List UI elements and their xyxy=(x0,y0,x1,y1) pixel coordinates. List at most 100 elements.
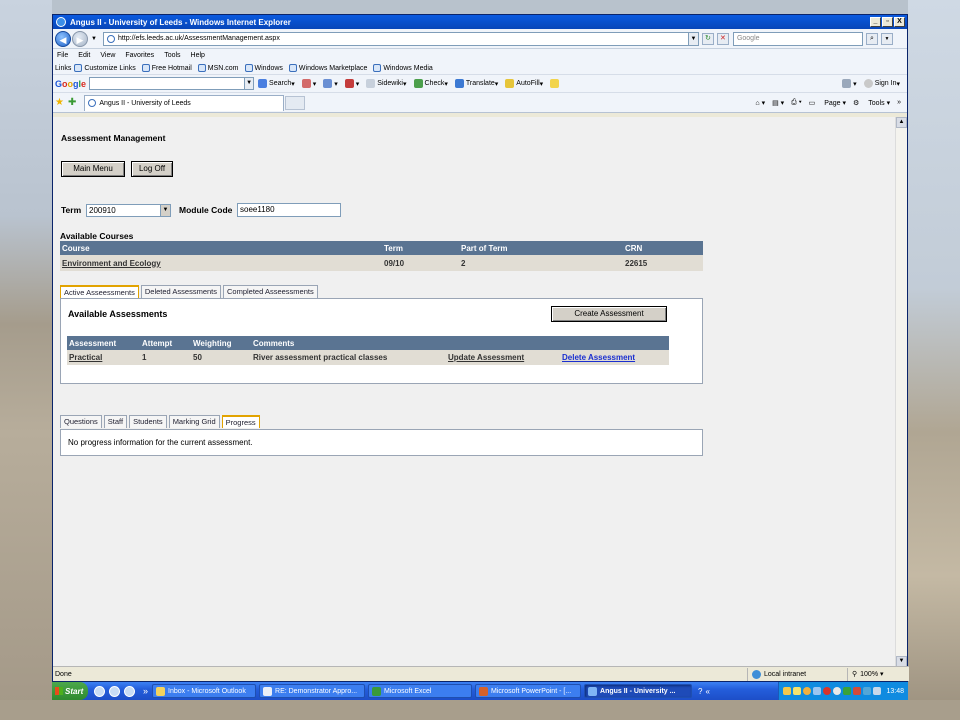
translate-button[interactable]: Translate ▾ xyxy=(454,79,498,88)
tab-progress[interactable]: Progress xyxy=(221,415,260,428)
search-input[interactable]: Google xyxy=(732,31,863,46)
close-button[interactable]: X xyxy=(894,17,905,27)
toolbar-overflow-icon[interactable]: » xyxy=(897,99,901,106)
bookmark-button[interactable]: ▾ xyxy=(323,79,338,88)
tools-menu[interactable]: ⚙ Tools ▾ xyxy=(853,99,890,107)
back-button[interactable]: ◀ xyxy=(55,30,71,47)
feeds-icon[interactable]: ▤ ▾ xyxy=(772,99,784,107)
link-windows-marketplace[interactable]: Windows Marketplace xyxy=(288,64,367,72)
home-icon[interactable]: ⌂ ▾ xyxy=(755,99,765,107)
help-icon[interactable]: ? xyxy=(698,687,702,696)
tray-icon-network[interactable] xyxy=(813,687,822,695)
security-zone[interactable]: Local intranet xyxy=(747,667,847,681)
scroll-up-icon[interactable]: ▲ xyxy=(896,117,907,128)
media-quicklaunch-icon[interactable] xyxy=(124,685,135,697)
search-options-icon[interactable]: ▼ xyxy=(880,32,893,45)
autofill-button[interactable]: AutoFill ▾ xyxy=(505,79,543,88)
taskbar-overflow-icon[interactable]: « xyxy=(705,687,709,696)
url-dropdown-icon[interactable]: ▼ xyxy=(687,32,698,45)
google-search-input[interactable] xyxy=(89,77,246,90)
ie-quicklaunch-icon[interactable] xyxy=(94,685,105,697)
vertical-scrollbar[interactable]: ▲ ▼ xyxy=(895,117,907,667)
tray-icon-mail[interactable] xyxy=(793,687,802,695)
recent-pages-icon[interactable]: ▼ xyxy=(91,36,97,42)
chevron-down-icon[interactable]: ▼ xyxy=(160,205,170,216)
log-off-button[interactable]: Log Off xyxy=(131,161,173,177)
tray-icon-speaker[interactable] xyxy=(873,687,882,695)
menu-help[interactable]: Help xyxy=(191,52,205,59)
highlight-button[interactable] xyxy=(550,79,561,88)
start-button[interactable]: Start xyxy=(52,682,88,700)
create-assessment-button[interactable]: Create Assessment xyxy=(551,306,667,322)
term-select[interactable]: 200910 ▼ xyxy=(86,204,171,217)
tray-icon-smile[interactable] xyxy=(803,687,812,695)
tray-icon-shield[interactable] xyxy=(833,687,842,695)
menu-edit[interactable]: Edit xyxy=(78,52,90,59)
stop-icon[interactable]: ✕ xyxy=(716,32,729,45)
tray-icon-display[interactable] xyxy=(863,687,872,695)
course-link[interactable]: Environment and Ecology xyxy=(62,259,161,268)
assessment-cell[interactable]: Practical xyxy=(67,350,140,365)
forward-button[interactable]: ▶ xyxy=(72,30,88,47)
link-customize-links[interactable]: Customize Links xyxy=(74,64,136,72)
popup-blocker-button[interactable]: ▾ xyxy=(344,79,359,88)
search-icon xyxy=(258,79,268,88)
zoom-level[interactable]: ⚲ 100% ▾ xyxy=(847,667,909,681)
course-cell[interactable]: Environment and Ecology xyxy=(60,255,382,271)
add-favorites-icon[interactable]: ✚ xyxy=(68,97,76,108)
tab-active-assessments[interactable]: Active Asseessments xyxy=(60,285,139,298)
tray-icon-gmail[interactable] xyxy=(853,687,862,695)
link-msn[interactable]: MSN.com xyxy=(197,64,239,72)
quicklaunch-overflow-icon[interactable]: » xyxy=(143,686,148,696)
main-menu-button[interactable]: Main Menu xyxy=(61,161,125,177)
link-free-hotmail[interactable]: Free Hotmail xyxy=(141,64,192,72)
search-icon[interactable]: ⌕ xyxy=(865,32,878,45)
tab-staff[interactable]: Staff xyxy=(103,415,128,428)
tray-icon-red[interactable] xyxy=(823,687,832,695)
tab-deleted-assessments[interactable]: Deleted Assessments xyxy=(140,285,221,298)
update-assessment-link[interactable]: Update Assessment xyxy=(448,353,524,362)
tray-icon-green[interactable] xyxy=(843,687,852,695)
sign-in-button[interactable]: Sign In ▾ xyxy=(863,79,900,88)
task-outlook[interactable]: Inbox - Microsoft Outlook xyxy=(152,684,257,698)
task-email-reply[interactable]: RE: Demonstrator Appro... xyxy=(259,684,366,698)
spellcheck-button[interactable]: Check ▾ xyxy=(413,79,448,88)
menu-view[interactable]: View xyxy=(100,52,115,59)
menu-tools[interactable]: Tools xyxy=(164,52,180,59)
minimize-button[interactable]: _ xyxy=(870,17,881,27)
task-powerpoint[interactable]: Microsoft PowerPoint - [... xyxy=(475,684,582,698)
google-search-dropdown-icon[interactable]: ▼ xyxy=(245,77,255,90)
menu-file[interactable]: File xyxy=(57,52,68,59)
explorer-quicklaunch-icon[interactable] xyxy=(109,685,120,697)
favorites-star-icon[interactable]: ★ xyxy=(55,97,64,108)
page-menu[interactable]: ▭ Page ▾ xyxy=(809,99,846,107)
link-windows[interactable]: Windows xyxy=(244,64,283,72)
assessment-link[interactable]: Practical xyxy=(69,353,102,362)
menu-favorites[interactable]: Favorites xyxy=(125,52,154,59)
link-windows-media[interactable]: Windows Media xyxy=(373,64,433,72)
url-field[interactable]: http://efs.leeds.ac.uk/AssessmentManagem… xyxy=(102,31,699,46)
wrench-button[interactable]: ▾ xyxy=(842,79,857,88)
delete-cell[interactable]: Delete Assessment xyxy=(560,350,669,365)
delete-assessment-link[interactable]: Delete Assessment xyxy=(562,353,635,362)
browser-tab-active[interactable]: Angus II - University of Leeds xyxy=(84,94,285,111)
google-search-button[interactable]: Search ▾ xyxy=(258,79,295,88)
task-internet-explorer[interactable]: Angus II - University ... xyxy=(584,684,693,698)
column-header-attempt: Attempt xyxy=(140,336,191,350)
tab-completed-assessments[interactable]: Completed Asseessments xyxy=(223,285,318,298)
tab-questions[interactable]: Questions xyxy=(60,415,102,428)
refresh-icon[interactable]: ↻ xyxy=(701,32,714,45)
task-excel[interactable]: Microsoft Excel xyxy=(368,684,473,698)
print-icon[interactable]: ⎙ ▾ xyxy=(791,99,802,107)
new-tab-button[interactable] xyxy=(285,95,306,110)
tab-students[interactable]: Students xyxy=(129,415,167,428)
clock[interactable]: 13:48 xyxy=(886,688,904,695)
module-code-input[interactable]: soee1180 xyxy=(237,203,341,217)
maximize-button[interactable]: ▫ xyxy=(882,17,893,27)
update-cell[interactable]: Update Assessment xyxy=(446,350,560,365)
assessments-header-row: Assessment Attempt Weighting Comments xyxy=(67,336,669,350)
sidewiki-button[interactable]: Sidewiki ▾ xyxy=(366,79,407,88)
tab-marking-grid[interactable]: Marking Grid xyxy=(168,415,220,428)
tray-icon-folder[interactable] xyxy=(783,687,792,695)
share-button[interactable]: ▾ xyxy=(301,79,316,88)
